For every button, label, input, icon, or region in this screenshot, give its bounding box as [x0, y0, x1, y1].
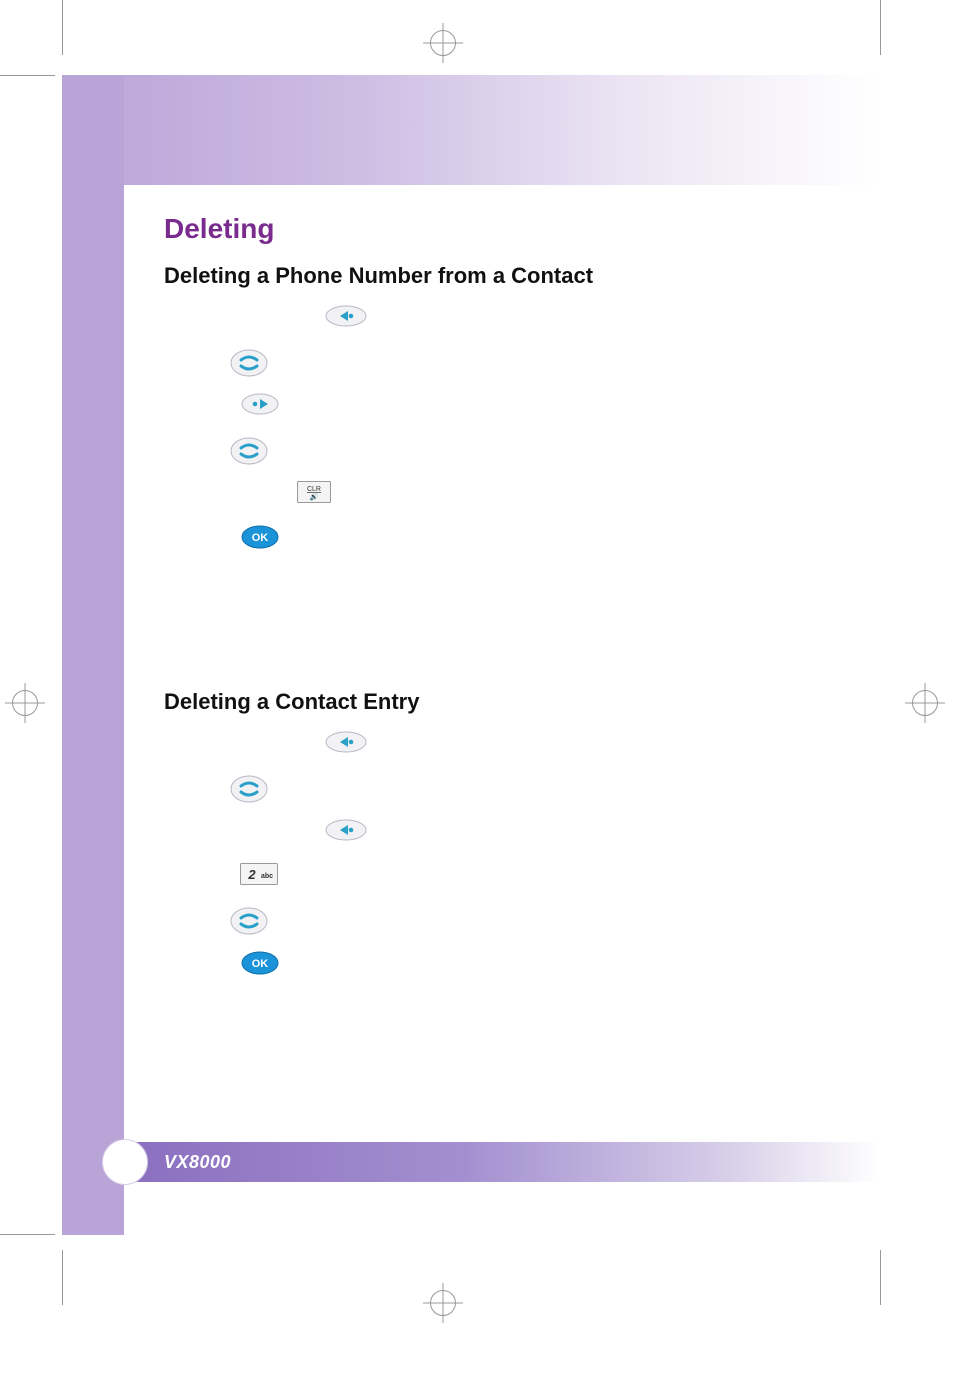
step-text: .	[284, 953, 292, 969]
step-text: Contacts.	[372, 307, 435, 323]
clr-key-icon	[297, 481, 331, 503]
page-title: Deleting	[164, 213, 850, 245]
step-text: Options.	[372, 821, 428, 837]
step-text: Press	[196, 395, 236, 411]
step-item: Press .	[164, 951, 850, 981]
step-item: Press Delete.	[164, 863, 850, 893]
footer-bar: VX8000	[124, 1142, 880, 1182]
step-text: Press	[196, 865, 236, 881]
step-item: Use to highlight the Contact entry.	[164, 349, 850, 379]
step-text: Use	[196, 911, 225, 927]
step-item: Use to highlight the phone number.	[164, 437, 850, 467]
crop-mark	[880, 1250, 881, 1305]
step-item: Use to highlight Yes.	[164, 907, 850, 937]
nav-updown-icon	[229, 349, 269, 377]
note-text: A confirmation message is displayed brie…	[196, 569, 850, 589]
crop-mark	[0, 1234, 55, 1235]
registration-mark-icon	[430, 1290, 456, 1316]
step-text: Press	[196, 528, 236, 544]
step-text: .	[284, 528, 292, 544]
step-text: Delete.	[282, 865, 330, 881]
manual-page: Deleting Deleting a Phone Number from a …	[0, 0, 954, 1400]
crop-mark	[880, 0, 881, 55]
step-text: to highlight Yes.	[273, 911, 375, 927]
crop-mark	[0, 75, 55, 76]
step-item: Press and hold to delete the number.	[164, 481, 850, 511]
key-2abc-icon	[240, 863, 278, 885]
step-text: Use	[196, 442, 225, 458]
footer-circle-icon	[102, 1139, 148, 1185]
section-heading: Deleting a Phone Number from a Contact	[164, 263, 850, 289]
steps-list: Press Left Soft Key Contacts. Use to high…	[164, 731, 850, 981]
header-gradient	[62, 75, 882, 185]
nav-updown-icon	[229, 907, 269, 935]
step-text: Press Left Soft Key	[196, 733, 320, 749]
ok-key-icon	[240, 525, 280, 549]
nav-updown-icon	[229, 437, 269, 465]
step-item: Press Left Soft Key Options.	[164, 819, 850, 849]
nav-right-icon	[240, 393, 280, 415]
step-item: Press .	[164, 525, 850, 555]
step-text: Press	[196, 953, 236, 969]
left-soft-key-icon	[324, 305, 368, 327]
steps-list: Press Left Soft Key Contacts. Use to high…	[164, 305, 850, 555]
step-text: Press Left Soft Key	[196, 307, 320, 323]
step-text: Press and hold	[196, 483, 293, 499]
step-text: to delete the number.	[335, 483, 470, 499]
step-text: Use	[196, 779, 225, 795]
step-text: Contacts.	[372, 733, 435, 749]
section-heading: Deleting a Contact Entry	[164, 689, 850, 715]
step-text: to highlight the Contact entry.	[273, 354, 458, 370]
step-text: Use	[196, 354, 225, 370]
crop-mark	[62, 0, 63, 55]
step-text: to highlight the entry.	[284, 395, 417, 411]
registration-mark-icon	[12, 690, 38, 716]
ok-key-icon	[240, 951, 280, 975]
step-text: to highlight the Contact entry to be del…	[273, 779, 544, 795]
model-label: VX8000	[164, 1152, 231, 1173]
step-item: Press Left Soft Key Contacts.	[164, 731, 850, 761]
nav-updown-icon	[229, 775, 269, 803]
page-content: Deleting Deleting a Phone Number from a …	[124, 185, 880, 1235]
step-text: to highlight the phone number.	[273, 442, 465, 458]
crop-mark	[62, 1250, 63, 1305]
left-soft-key-icon	[324, 819, 368, 841]
side-gradient	[62, 75, 124, 1235]
step-item: Press to highlight the entry.	[164, 393, 850, 423]
registration-mark-icon	[912, 690, 938, 716]
left-soft-key-icon	[324, 731, 368, 753]
step-item: Press Left Soft Key Contacts.	[164, 305, 850, 335]
step-text: Press Left Soft Key	[196, 821, 320, 837]
step-item: Use to highlight the Contact entry to be…	[164, 775, 850, 805]
registration-mark-icon	[430, 30, 456, 56]
